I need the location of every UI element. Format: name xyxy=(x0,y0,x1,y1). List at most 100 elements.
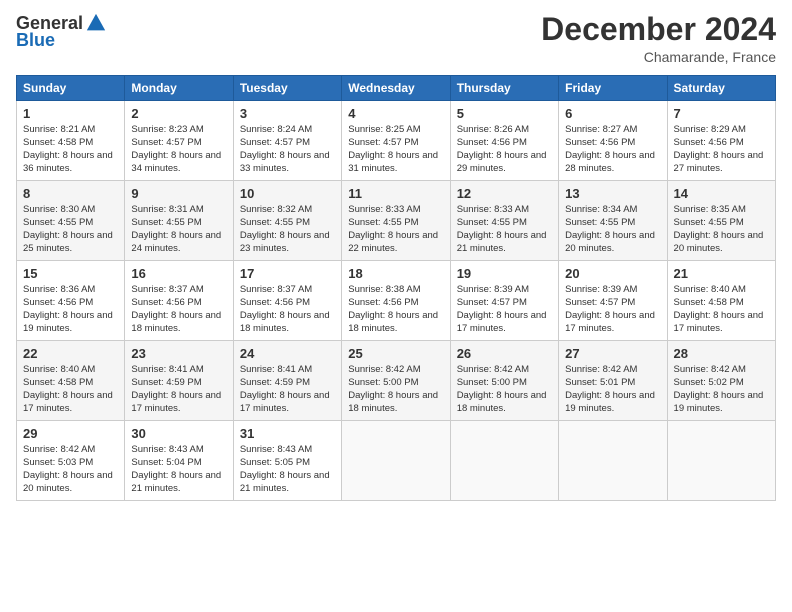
day-number: 19 xyxy=(457,265,552,283)
calendar-cell: 25Sunrise: 8:42 AMSunset: 5:00 PMDayligh… xyxy=(342,341,450,421)
day-info: Sunrise: 8:41 AMSunset: 4:59 PMDaylight:… xyxy=(131,364,226,415)
calendar-cell xyxy=(667,421,775,500)
calendar-week-5: 29Sunrise: 8:42 AMSunset: 5:03 PMDayligh… xyxy=(17,421,776,500)
calendar-cell: 11Sunrise: 8:33 AMSunset: 4:55 PMDayligh… xyxy=(342,181,450,261)
calendar-week-3: 15Sunrise: 8:36 AMSunset: 4:56 PMDayligh… xyxy=(17,261,776,341)
calendar-cell: 18Sunrise: 8:38 AMSunset: 4:56 PMDayligh… xyxy=(342,261,450,341)
day-info: Sunrise: 8:27 AMSunset: 4:56 PMDaylight:… xyxy=(565,124,660,175)
calendar-cell: 23Sunrise: 8:41 AMSunset: 4:59 PMDayligh… xyxy=(125,341,233,421)
day-number: 30 xyxy=(131,425,226,443)
calendar-week-2: 8Sunrise: 8:30 AMSunset: 4:55 PMDaylight… xyxy=(17,181,776,261)
day-number: 27 xyxy=(565,345,660,363)
day-info: Sunrise: 8:29 AMSunset: 4:56 PMDaylight:… xyxy=(674,124,769,175)
day-info: Sunrise: 8:33 AMSunset: 4:55 PMDaylight:… xyxy=(348,204,443,255)
day-number: 18 xyxy=(348,265,443,283)
calendar-cell: 14Sunrise: 8:35 AMSunset: 4:55 PMDayligh… xyxy=(667,181,775,261)
day-info: Sunrise: 8:39 AMSunset: 4:57 PMDaylight:… xyxy=(457,284,552,335)
day-info: Sunrise: 8:42 AMSunset: 5:00 PMDaylight:… xyxy=(457,364,552,415)
day-number: 24 xyxy=(240,345,335,363)
day-info: Sunrise: 8:40 AMSunset: 4:58 PMDaylight:… xyxy=(23,364,118,415)
col-saturday: Saturday xyxy=(667,76,775,101)
day-info: Sunrise: 8:34 AMSunset: 4:55 PMDaylight:… xyxy=(565,204,660,255)
day-number: 15 xyxy=(23,265,118,283)
calendar-cell xyxy=(559,421,667,500)
day-info: Sunrise: 8:42 AMSunset: 5:03 PMDaylight:… xyxy=(23,444,118,495)
day-info: Sunrise: 8:42 AMSunset: 5:02 PMDaylight:… xyxy=(674,364,769,415)
day-info: Sunrise: 8:31 AMSunset: 4:55 PMDaylight:… xyxy=(131,204,226,255)
day-number: 25 xyxy=(348,345,443,363)
title-block: December 2024 Chamarande, France xyxy=(541,12,776,65)
day-number: 17 xyxy=(240,265,335,283)
day-number: 12 xyxy=(457,185,552,203)
day-info: Sunrise: 8:25 AMSunset: 4:57 PMDaylight:… xyxy=(348,124,443,175)
calendar-cell: 10Sunrise: 8:32 AMSunset: 4:55 PMDayligh… xyxy=(233,181,341,261)
calendar-cell: 30Sunrise: 8:43 AMSunset: 5:04 PMDayligh… xyxy=(125,421,233,500)
day-number: 29 xyxy=(23,425,118,443)
calendar-cell: 27Sunrise: 8:42 AMSunset: 5:01 PMDayligh… xyxy=(559,341,667,421)
header: General Blue December 2024 Chamarande, F… xyxy=(16,12,776,65)
day-info: Sunrise: 8:23 AMSunset: 4:57 PMDaylight:… xyxy=(131,124,226,175)
calendar-cell: 28Sunrise: 8:42 AMSunset: 5:02 PMDayligh… xyxy=(667,341,775,421)
day-info: Sunrise: 8:26 AMSunset: 4:56 PMDaylight:… xyxy=(457,124,552,175)
col-tuesday: Tuesday xyxy=(233,76,341,101)
location: Chamarande, France xyxy=(541,49,776,65)
calendar-cell: 13Sunrise: 8:34 AMSunset: 4:55 PMDayligh… xyxy=(559,181,667,261)
day-number: 14 xyxy=(674,185,769,203)
calendar-cell: 4Sunrise: 8:25 AMSunset: 4:57 PMDaylight… xyxy=(342,101,450,181)
calendar-cell: 29Sunrise: 8:42 AMSunset: 5:03 PMDayligh… xyxy=(17,421,125,500)
day-number: 20 xyxy=(565,265,660,283)
day-number: 7 xyxy=(674,105,769,123)
col-friday: Friday xyxy=(559,76,667,101)
day-number: 21 xyxy=(674,265,769,283)
day-info: Sunrise: 8:42 AMSunset: 5:01 PMDaylight:… xyxy=(565,364,660,415)
day-number: 5 xyxy=(457,105,552,123)
day-number: 22 xyxy=(23,345,118,363)
col-monday: Monday xyxy=(125,76,233,101)
calendar-cell: 12Sunrise: 8:33 AMSunset: 4:55 PMDayligh… xyxy=(450,181,558,261)
calendar-table: Sunday Monday Tuesday Wednesday Thursday… xyxy=(16,75,776,500)
calendar-cell: 31Sunrise: 8:43 AMSunset: 5:05 PMDayligh… xyxy=(233,421,341,500)
logo-icon xyxy=(85,12,107,34)
logo-blue: Blue xyxy=(16,30,55,50)
calendar-cell: 6Sunrise: 8:27 AMSunset: 4:56 PMDaylight… xyxy=(559,101,667,181)
day-info: Sunrise: 8:30 AMSunset: 4:55 PMDaylight:… xyxy=(23,204,118,255)
calendar-cell: 17Sunrise: 8:37 AMSunset: 4:56 PMDayligh… xyxy=(233,261,341,341)
col-wednesday: Wednesday xyxy=(342,76,450,101)
calendar-week-4: 22Sunrise: 8:40 AMSunset: 4:58 PMDayligh… xyxy=(17,341,776,421)
calendar-cell: 26Sunrise: 8:42 AMSunset: 5:00 PMDayligh… xyxy=(450,341,558,421)
calendar-cell: 5Sunrise: 8:26 AMSunset: 4:56 PMDaylight… xyxy=(450,101,558,181)
logo: General Blue xyxy=(16,12,107,51)
calendar-cell: 9Sunrise: 8:31 AMSunset: 4:55 PMDaylight… xyxy=(125,181,233,261)
day-info: Sunrise: 8:37 AMSunset: 4:56 PMDaylight:… xyxy=(240,284,335,335)
day-info: Sunrise: 8:33 AMSunset: 4:55 PMDaylight:… xyxy=(457,204,552,255)
day-number: 13 xyxy=(565,185,660,203)
calendar-cell xyxy=(342,421,450,500)
month-title: December 2024 xyxy=(541,12,776,47)
day-info: Sunrise: 8:43 AMSunset: 5:04 PMDaylight:… xyxy=(131,444,226,495)
calendar-cell xyxy=(450,421,558,500)
calendar-week-1: 1Sunrise: 8:21 AMSunset: 4:58 PMDaylight… xyxy=(17,101,776,181)
calendar-cell: 19Sunrise: 8:39 AMSunset: 4:57 PMDayligh… xyxy=(450,261,558,341)
calendar-cell: 15Sunrise: 8:36 AMSunset: 4:56 PMDayligh… xyxy=(17,261,125,341)
day-info: Sunrise: 8:24 AMSunset: 4:57 PMDaylight:… xyxy=(240,124,335,175)
calendar-cell: 3Sunrise: 8:24 AMSunset: 4:57 PMDaylight… xyxy=(233,101,341,181)
calendar-cell: 21Sunrise: 8:40 AMSunset: 4:58 PMDayligh… xyxy=(667,261,775,341)
day-info: Sunrise: 8:38 AMSunset: 4:56 PMDaylight:… xyxy=(348,284,443,335)
day-number: 16 xyxy=(131,265,226,283)
header-row: Sunday Monday Tuesday Wednesday Thursday… xyxy=(17,76,776,101)
calendar-cell: 22Sunrise: 8:40 AMSunset: 4:58 PMDayligh… xyxy=(17,341,125,421)
day-number: 9 xyxy=(131,185,226,203)
calendar-cell: 7Sunrise: 8:29 AMSunset: 4:56 PMDaylight… xyxy=(667,101,775,181)
calendar-cell: 1Sunrise: 8:21 AMSunset: 4:58 PMDaylight… xyxy=(17,101,125,181)
day-number: 2 xyxy=(131,105,226,123)
day-info: Sunrise: 8:40 AMSunset: 4:58 PMDaylight:… xyxy=(674,284,769,335)
col-thursday: Thursday xyxy=(450,76,558,101)
day-number: 26 xyxy=(457,345,552,363)
day-number: 3 xyxy=(240,105,335,123)
day-info: Sunrise: 8:43 AMSunset: 5:05 PMDaylight:… xyxy=(240,444,335,495)
day-info: Sunrise: 8:35 AMSunset: 4:55 PMDaylight:… xyxy=(674,204,769,255)
day-number: 10 xyxy=(240,185,335,203)
col-sunday: Sunday xyxy=(17,76,125,101)
day-number: 6 xyxy=(565,105,660,123)
day-info: Sunrise: 8:41 AMSunset: 4:59 PMDaylight:… xyxy=(240,364,335,415)
